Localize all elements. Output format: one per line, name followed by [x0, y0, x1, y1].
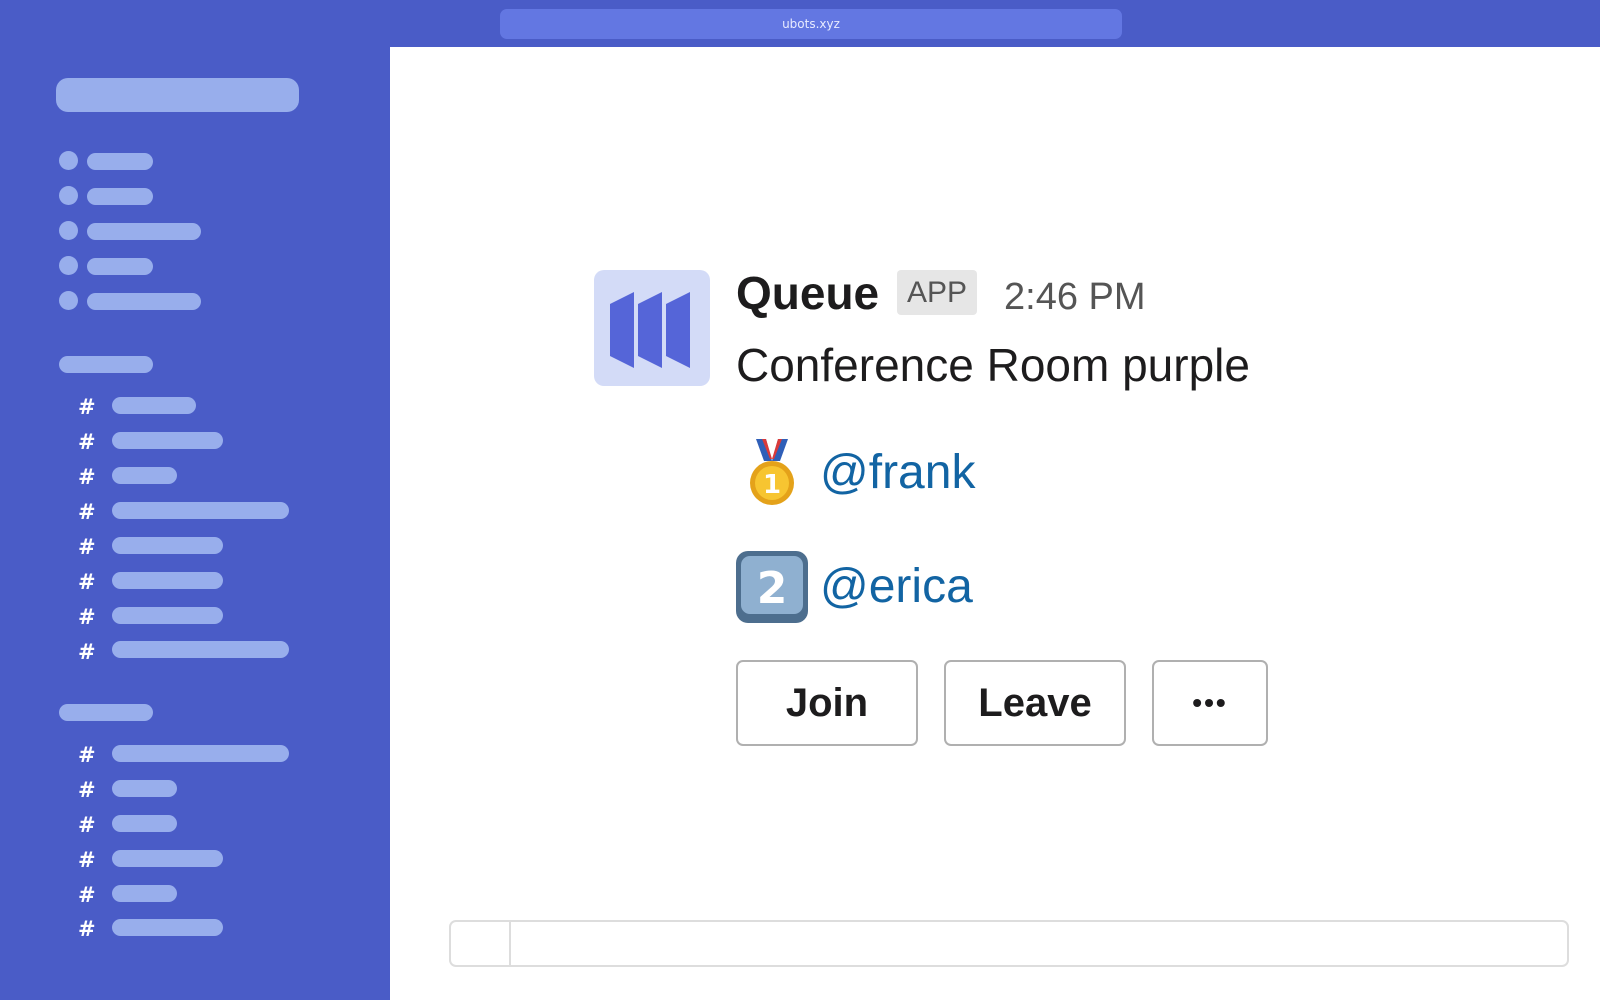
nav-dot-icon: [59, 151, 78, 170]
svg-text:2: 2: [757, 563, 788, 614]
channel-label-placeholder: [112, 537, 223, 554]
app-name[interactable]: Queue: [736, 266, 879, 320]
svg-text:1: 1: [763, 470, 781, 500]
channel-label-placeholder: [112, 745, 289, 762]
nav-dot-icon: [59, 291, 78, 310]
hash-icon: #: [78, 430, 96, 454]
channel-label-placeholder: [112, 885, 177, 902]
hash-icon: #: [78, 813, 96, 837]
channel-label-placeholder: [112, 641, 289, 658]
browser-top-bar: ubots.xyz: [0, 0, 1600, 47]
hash-icon: #: [78, 848, 96, 872]
hash-icon: #: [78, 778, 96, 802]
address-bar[interactable]: ubots.xyz: [500, 9, 1122, 39]
leave-button[interactable]: Leave: [944, 660, 1126, 746]
nav-label-placeholder: [87, 223, 201, 240]
nav-dot-icon: [59, 256, 78, 275]
app-badge: APP: [897, 270, 978, 315]
message-pane: [390, 47, 1600, 1000]
user-mention[interactable]: @frank: [820, 445, 975, 500]
message-composer[interactable]: [449, 920, 1569, 967]
nav-label-placeholder: [87, 293, 201, 310]
channel-label-placeholder: [112, 815, 177, 832]
hash-icon: #: [78, 535, 96, 559]
channel-label-placeholder: [112, 397, 196, 414]
keycap-2-icon: 2: [736, 551, 808, 623]
channel-label-placeholder: [112, 607, 223, 624]
nav-label-placeholder: [87, 258, 153, 275]
section-header-placeholder[interactable]: [59, 704, 153, 721]
channel-label-placeholder: [112, 919, 223, 936]
nav-label-placeholder: [87, 188, 153, 205]
first-place-medal-icon: 1: [750, 439, 794, 505]
queue-entry: 2 @erica: [736, 551, 1036, 623]
message-text: Conference Room purple: [736, 339, 1250, 391]
hash-icon: #: [78, 395, 96, 419]
hash-icon: #: [78, 917, 96, 941]
hash-icon: #: [78, 500, 96, 524]
channel-label-placeholder: [112, 467, 177, 484]
queue-logo-icon: [610, 292, 690, 368]
hash-icon: #: [78, 640, 96, 664]
user-mention[interactable]: @erica: [820, 559, 973, 614]
app-avatar[interactable]: [594, 270, 710, 386]
join-button[interactable]: Join: [736, 660, 918, 746]
hash-icon: #: [78, 465, 96, 489]
hash-icon: #: [78, 605, 96, 629]
hash-icon: #: [78, 883, 96, 907]
hash-icon: #: [78, 570, 96, 594]
hash-icon: #: [78, 743, 96, 767]
section-header-placeholder[interactable]: [59, 356, 153, 373]
channel-label-placeholder: [112, 502, 289, 519]
channel-label-placeholder: [112, 780, 177, 797]
message-timestamp[interactable]: 2:46 PM: [1004, 276, 1146, 319]
nav-label-placeholder: [87, 153, 153, 170]
channel-label-placeholder: [112, 850, 223, 867]
nav-dot-icon: [59, 221, 78, 240]
composer-divider: [509, 922, 511, 965]
sidebar: # # # # # # # # # # # # # #: [0, 47, 390, 1000]
channel-label-placeholder: [112, 432, 223, 449]
nav-dot-icon: [59, 186, 78, 205]
more-actions-button[interactable]: •••: [1152, 660, 1268, 746]
channel-label-placeholder: [112, 572, 223, 589]
queue-entry: 1 @frank: [736, 437, 1036, 509]
workspace-name-placeholder[interactable]: [56, 78, 299, 112]
